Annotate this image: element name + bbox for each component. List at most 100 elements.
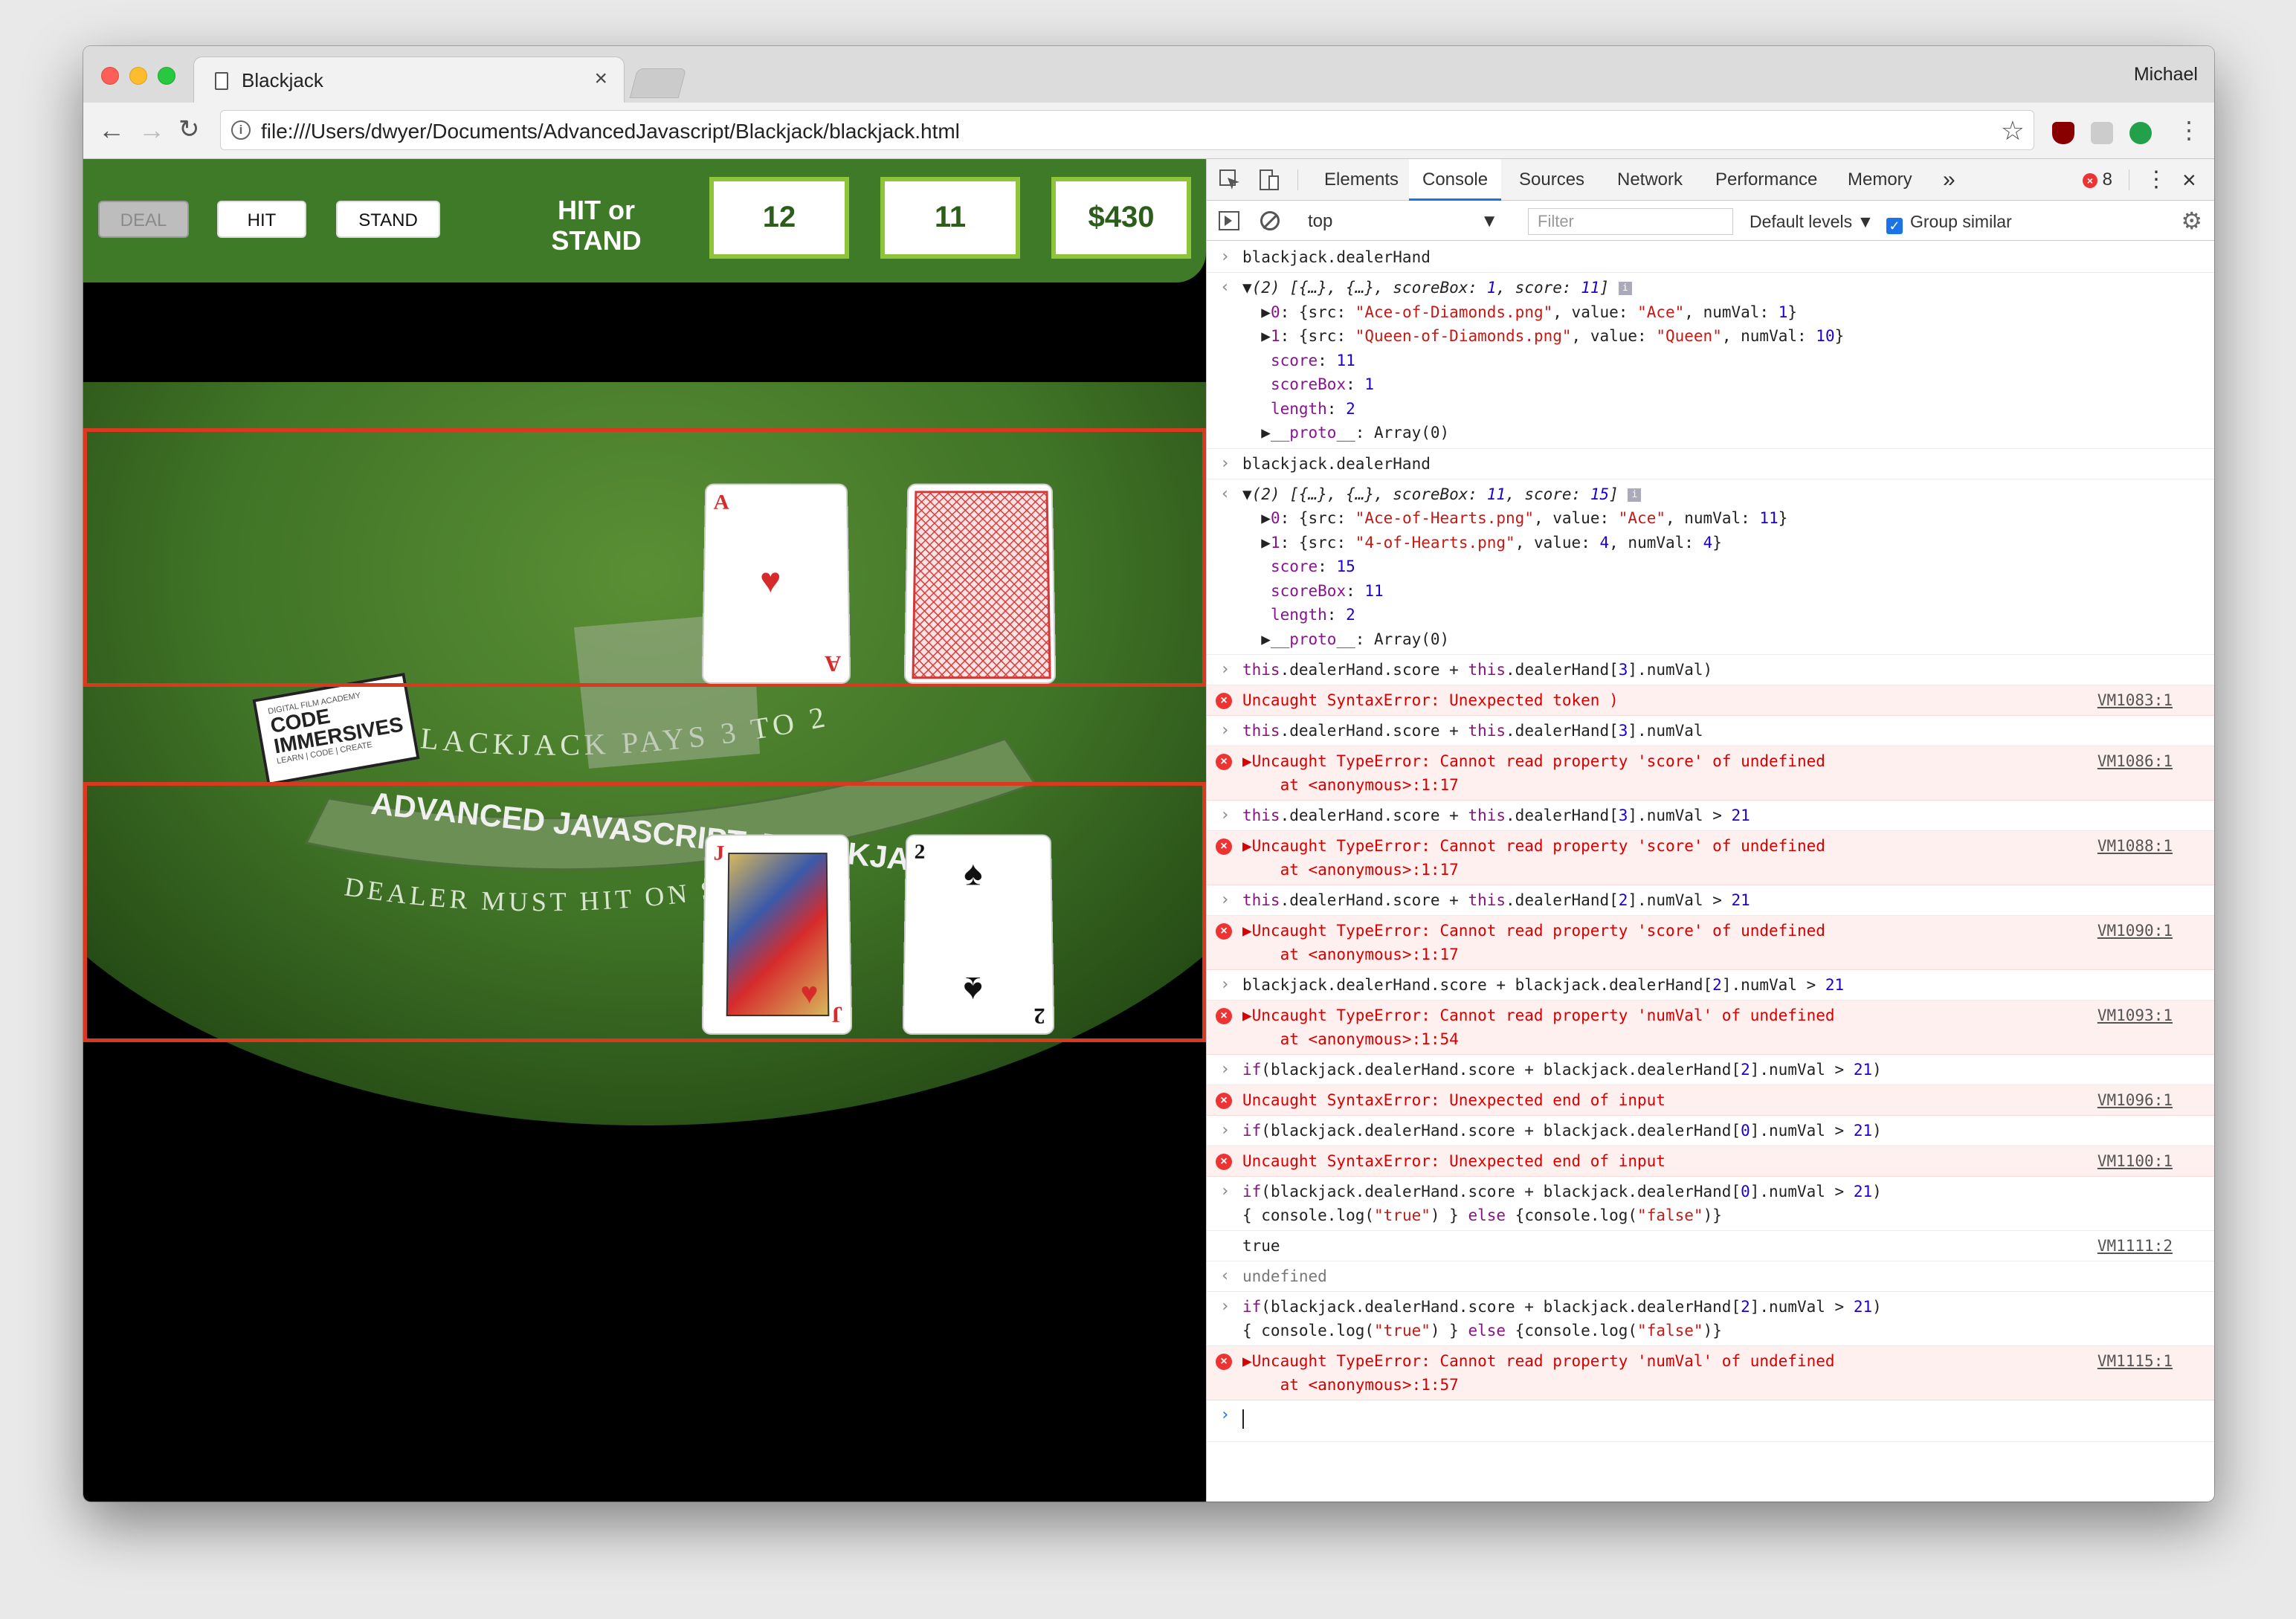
new-tab-button[interactable] bbox=[629, 68, 687, 98]
card-rank-bottom: J bbox=[831, 1001, 843, 1027]
error-icon: × bbox=[1216, 1354, 1232, 1370]
error-icon: × bbox=[1216, 693, 1232, 709]
console-error-row[interactable]: × ▶Uncaught TypeError: Cannot read proper… bbox=[1207, 1346, 2214, 1400]
info-icon[interactable]: i bbox=[231, 120, 251, 140]
hit-button[interactable]: HIT bbox=[217, 201, 306, 238]
input-prompt-icon: › bbox=[1220, 806, 1231, 824]
inspect-element-icon[interactable] bbox=[1219, 159, 1242, 201]
output-arrow-icon: ‹ bbox=[1220, 484, 1231, 503]
source-link[interactable]: VM1090:1 bbox=[2097, 919, 2173, 943]
source-link[interactable]: VM1088:1 bbox=[2097, 834, 2173, 858]
context-select[interactable]: top ▼ bbox=[1299, 208, 1504, 235]
console-input-row: › blackjack.dealerHand.score + blackjack.… bbox=[1207, 970, 2214, 1001]
url-text[interactable]: file:///Users/dwyer/Documents/AdvancedJa… bbox=[261, 120, 960, 143]
close-tab-icon[interactable]: × bbox=[594, 66, 607, 91]
input-prompt-icon: › bbox=[1220, 1406, 1231, 1424]
output-arrow-icon: ‹ bbox=[1220, 1267, 1231, 1285]
input-prompt-icon: › bbox=[1220, 721, 1231, 740]
close-window-button[interactable] bbox=[101, 67, 119, 85]
text-caret bbox=[1242, 1409, 1244, 1429]
console-input-row: › this.dealerHand.score + this.dealerHand… bbox=[1207, 655, 2214, 685]
bookmark-star-icon[interactable]: ☆ bbox=[2001, 115, 2025, 146]
source-link[interactable]: VM1100:1 bbox=[2097, 1149, 2173, 1173]
dealer-score-box: 12 bbox=[709, 177, 849, 259]
tab-performance[interactable]: Performance bbox=[1708, 159, 1825, 201]
player-card-2: 2 ♠ ♠ 2 bbox=[902, 834, 1055, 1035]
address-bar[interactable]: i file:///Users/dwyer/Documents/Advanced… bbox=[220, 110, 2034, 150]
input-prompt-icon: › bbox=[1220, 248, 1231, 266]
console-output-row[interactable]: ‹ ▼(2) [{…}, {…}, scoreBox: 1, score: 11]… bbox=[1207, 273, 2214, 449]
profile-name[interactable]: Michael bbox=[2134, 64, 2198, 85]
turn-prompt-line1: HIT or bbox=[558, 195, 635, 225]
devtools-divider bbox=[1297, 169, 1298, 190]
info-badge-icon: i bbox=[1618, 282, 1632, 295]
input-prompt-icon: › bbox=[1220, 1060, 1231, 1079]
console-error-row[interactable]: × ▶Uncaught TypeError: Cannot read proper… bbox=[1207, 1001, 2214, 1055]
source-link[interactable]: VM1093:1 bbox=[2097, 1004, 2173, 1027]
extension-icon[interactable] bbox=[2091, 122, 2113, 144]
minimize-window-button[interactable] bbox=[129, 67, 147, 85]
error-count-badge[interactable]: × 8 bbox=[2083, 159, 2112, 201]
output-arrow-icon: ‹ bbox=[1220, 278, 1231, 297]
console-error-row[interactable]: × Uncaught SyntaxError: Unexpected end of… bbox=[1207, 1146, 2214, 1177]
reload-icon[interactable]: ↻ bbox=[178, 114, 200, 144]
card-rank-top: J bbox=[713, 841, 725, 865]
green-extension-icon[interactable] bbox=[2129, 122, 2152, 144]
browser-tab[interactable]: Blackjack × bbox=[193, 56, 625, 103]
tab-console[interactable]: Console bbox=[1409, 159, 1502, 201]
context-value: top bbox=[1308, 211, 1333, 231]
dealer-card-1: A ♥ A bbox=[701, 483, 851, 684]
console-error-row[interactable]: × ▶Uncaught TypeError: Cannot read proper… bbox=[1207, 916, 2214, 970]
console-input-row: › this.dealerHand.score + this.dealerHand… bbox=[1207, 716, 2214, 746]
tab-sources[interactable]: Sources bbox=[1512, 159, 1592, 201]
clear-console-icon[interactable] bbox=[1260, 211, 1280, 230]
console-error-row[interactable]: × Uncaught SyntaxError: Unexpected end of… bbox=[1207, 1085, 2214, 1116]
chrome-menu-icon[interactable]: ⋮ bbox=[2177, 116, 2201, 144]
input-prompt-icon: › bbox=[1220, 975, 1231, 994]
tab-elements[interactable]: Elements bbox=[1317, 159, 1406, 201]
devtools-menu-icon[interactable]: ⋮ bbox=[2145, 159, 2167, 201]
log-levels-dropdown[interactable]: Default levels ▼ bbox=[1750, 208, 1874, 235]
console-output-row[interactable]: ‹ ▼(2) [{…}, {…}, scoreBox: 11, score: 15… bbox=[1207, 479, 2214, 655]
console-filter-input[interactable]: Filter bbox=[1528, 208, 1733, 235]
tab-strip: Blackjack × Michael bbox=[83, 46, 2214, 103]
tab-network[interactable]: Network bbox=[1610, 159, 1690, 201]
console-error-row[interactable]: × Uncaught SyntaxError: Unexpected token … bbox=[1207, 685, 2214, 716]
group-similar-label: Group similar bbox=[1910, 212, 2012, 231]
source-link[interactable]: VM1083:1 bbox=[2097, 688, 2173, 712]
more-tabs-button[interactable]: » bbox=[1943, 159, 1955, 201]
close-devtools-icon[interactable]: × bbox=[2182, 159, 2196, 201]
tab-memory[interactable]: Memory bbox=[1840, 159, 1920, 201]
input-prompt-icon: › bbox=[1220, 660, 1231, 679]
source-link[interactable]: VM1115:1 bbox=[2097, 1349, 2173, 1373]
checkbox-checked-icon: ✓ bbox=[1886, 218, 1903, 234]
turn-prompt-line2: STAND bbox=[551, 225, 642, 256]
maximize-window-button[interactable] bbox=[158, 67, 175, 85]
group-similar-checkbox[interactable]: ✓ Group similar bbox=[1886, 208, 2012, 235]
player-card-1: J ♥ J bbox=[701, 834, 853, 1035]
console-error-row[interactable]: × ▶Uncaught TypeError: Cannot read proper… bbox=[1207, 831, 2214, 885]
back-arrow-icon[interactable]: ← bbox=[98, 114, 125, 146]
source-link[interactable]: VM1086:1 bbox=[2097, 749, 2173, 773]
stand-button[interactable]: STAND bbox=[336, 201, 440, 238]
device-toolbar-icon[interactable] bbox=[1259, 159, 1281, 201]
devtools-tab-bar: Elements Console Sources Network Perform… bbox=[1207, 159, 2214, 201]
sidebar-toggle-icon[interactable] bbox=[1219, 211, 1239, 230]
card-rank-bottom: 2 bbox=[1033, 1003, 1046, 1029]
deal-button[interactable]: DEAL bbox=[98, 201, 189, 238]
input-prompt-icon: › bbox=[1220, 891, 1231, 909]
source-link[interactable]: VM1096:1 bbox=[2097, 1088, 2173, 1112]
spade-icon: ♠ bbox=[964, 854, 983, 893]
error-icon: × bbox=[1216, 923, 1232, 940]
console-error-row[interactable]: × ▶Uncaught TypeError: Cannot read proper… bbox=[1207, 746, 2214, 801]
console-prompt-input[interactable]: › bbox=[1207, 1400, 2214, 1442]
heart-icon: ♥ bbox=[759, 561, 781, 601]
forward-arrow-icon[interactable]: → bbox=[138, 114, 165, 146]
console-input-row: › this.dealerHand.score + this.dealerHand… bbox=[1207, 885, 2214, 916]
console-settings-gear-icon[interactable]: ⚙ bbox=[2181, 207, 2202, 235]
ublock-extension-icon[interactable] bbox=[2052, 122, 2074, 144]
card-rank-top: 2 bbox=[914, 840, 926, 864]
card-back-pattern bbox=[906, 485, 1057, 684]
console-input-row: › if(blackjack.dealerHand.score + blackja… bbox=[1207, 1292, 2214, 1346]
source-link[interactable]: VM1111:2 bbox=[2097, 1234, 2173, 1258]
